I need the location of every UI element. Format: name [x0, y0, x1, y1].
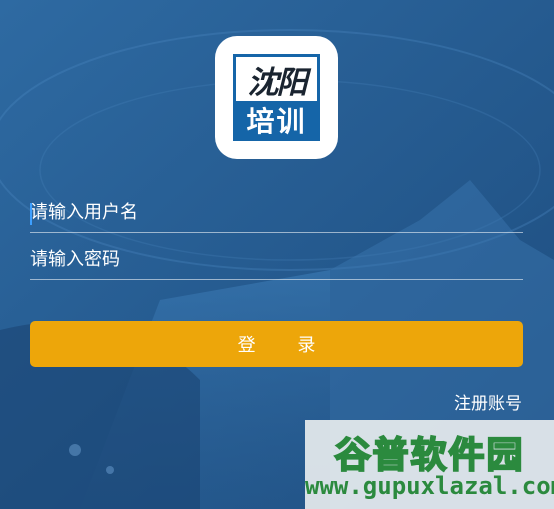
- register-link[interactable]: 注册账号: [454, 389, 522, 414]
- text-caret: [30, 203, 32, 225]
- username-input[interactable]: [30, 193, 523, 232]
- password-input[interactable]: [30, 240, 523, 279]
- password-field[interactable]: [30, 240, 523, 280]
- logo-frame: 沈阳 培训: [233, 54, 320, 141]
- username-field[interactable]: [30, 193, 523, 233]
- watermark: 谷普软件园 www.gupuxlazal.com: [305, 420, 554, 509]
- watermark-title: 谷普软件园: [333, 434, 525, 477]
- app-logo: 沈阳 培训: [215, 36, 338, 159]
- logo-bottom-text: 培训: [236, 101, 317, 138]
- login-button[interactable]: 登 录: [30, 321, 523, 367]
- logo-top-text: 沈阳: [247, 64, 308, 101]
- watermark-url: www.gupuxlazal.com: [305, 472, 554, 500]
